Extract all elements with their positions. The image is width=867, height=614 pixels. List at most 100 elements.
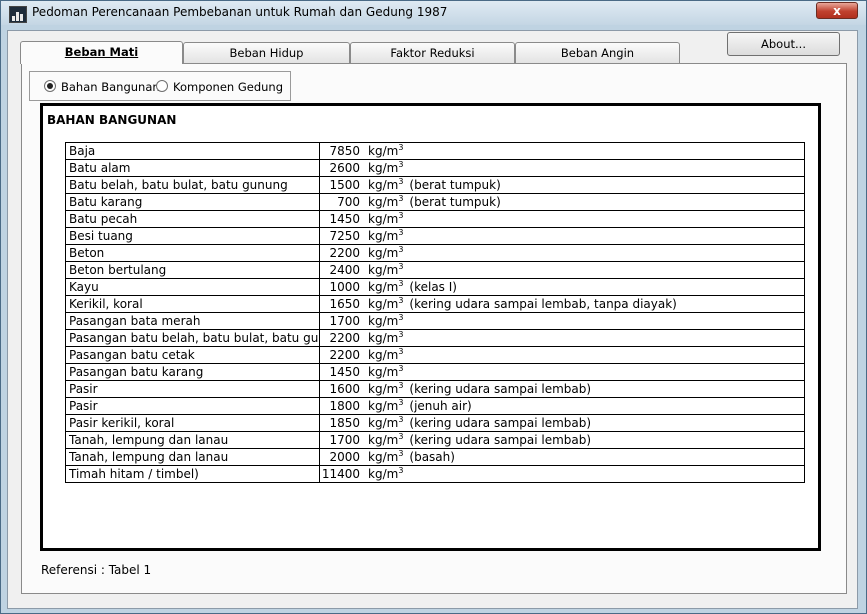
window-title: Pedoman Perencanaan Pembebanan untuk Rum… [32,5,448,19]
material-weight: 1650 [319,295,365,313]
table-row: Kayu 1000 kg/m3 (kelas I) [65,278,805,296]
material-name: Tanah, lempung dan lanau [65,431,320,449]
material-name: Besi tuang [65,227,320,245]
table-row: Tanah, lempung dan lanau 2000 kg/m3 (basah) [65,448,805,466]
material-note: (kelas I) [409,280,457,294]
material-name: Pasangan batu cetak [65,346,320,364]
material-name: Pasangan bata merah [65,312,320,330]
material-weight: 7850 [319,142,365,160]
title-bar[interactable]: Pedoman Perencanaan Pembebanan untuk Rum… [1,1,866,25]
material-note: (kering udara sampai lembab, tanpa diaya… [409,297,677,311]
app-icon [9,6,27,23]
unit-label: kg/m3 [368,347,404,363]
material-unit-note: kg/m3 (basah) [365,448,805,466]
tab-faktor-reduksi[interactable]: Faktor Reduksi [350,42,515,63]
table-row: Batu pecah 1450 kg/m3 [65,210,805,228]
material-name: Baja [65,142,320,160]
about-button[interactable]: About... [727,32,840,56]
material-name: Timah hitam / timbel) [65,465,320,483]
material-unit-note: kg/m3 [365,159,805,177]
material-weight: 2200 [319,329,365,347]
material-name: Pasir kerikil, koral [65,414,320,432]
material-name: Beton bertulang [65,261,320,279]
table-row: Batu alam 2600 kg/m3 [65,159,805,177]
tab-beban-angin[interactable]: Beban Angin [515,42,680,63]
table-row: Batu belah, batu bulat, batu gunung 1500 k… [65,176,805,194]
unit-label: kg/m3 [368,143,404,159]
material-unit-note: kg/m3 (kering udara sampai lembab, tanpa … [365,295,805,313]
table-row: Besi tuang 7250 kg/m3 [65,227,805,245]
table-row: Beton bertulang 2400 kg/m3 [65,261,805,279]
material-unit-note: kg/m3 [365,261,805,279]
material-unit-note: kg/m3 [365,244,805,262]
material-name: Batu alam [65,159,320,177]
material-unit-note: kg/m3 (kering udara sampai lembab) [365,380,805,398]
unit-label: kg/m3 [368,313,404,329]
tab-beban-mati[interactable]: Beban Mati [20,41,183,64]
material-name: Batu pecah [65,210,320,228]
material-note: (jenuh air) [409,399,472,413]
material-unit-note: kg/m3 (kering udara sampai lembab) [365,431,805,449]
material-note: (berat tumpuk) [409,195,501,209]
material-note: (kering udara sampai lembab) [409,433,592,447]
material-weight: 7250 [319,227,365,245]
table-row: Pasangan bata merah 1700 kg/m3 [65,312,805,330]
material-weight: 1700 [319,312,365,330]
unit-label: kg/m3 [368,398,404,414]
material-weight: 1450 [319,363,365,381]
unit-label: kg/m3 [368,415,404,431]
table-row: Pasangan batu belah, batu bulat, batu gu… [65,329,805,347]
material-name: Kayu [65,278,320,296]
material-weight: 1600 [319,380,365,398]
material-unit-note: kg/m3 (jenuh air) [365,397,805,415]
material-unit-note: kg/m3 [365,210,805,228]
app-window: Pedoman Perencanaan Pembebanan untuk Rum… [0,0,867,614]
material-name: Pasir [65,380,320,398]
material-weight: 2600 [319,159,365,177]
material-name: Pasangan batu belah, batu bulat, batu gu… [65,329,320,347]
material-note: (berat tumpuk) [409,178,501,192]
material-unit-note: kg/m3 [365,346,805,364]
material-name: Pasangan batu karang [65,363,320,381]
unit-label: kg/m3 [368,160,404,176]
material-weight: 1000 [319,278,365,296]
tab-beban-hidup[interactable]: Beban Hidup [183,42,350,63]
table-row: Beton 2200 kg/m3 [65,244,805,262]
radio-unselected-icon[interactable] [156,80,168,92]
material-weight: 1450 [319,210,365,228]
material-weight: 1700 [319,431,365,449]
table-row: Batu karang 700 kg/m3 (berat tumpuk) [65,193,805,211]
material-name: Tanah, lempung dan lanau [65,448,320,466]
unit-label: kg/m3 [368,262,404,278]
table-row: Pasir 1800 kg/m3 (jenuh air) [65,397,805,415]
unit-label: kg/m3 [368,364,404,380]
table-row: Pasir kerikil, koral 1850 kg/m3 (kering uda… [65,414,805,432]
table-row: Timah hitam / timbel) 11400 kg/m3 [65,465,805,483]
material-unit-note: kg/m3 (berat tumpuk) [365,176,805,194]
table-row: Tanah, lempung dan lanau 1700 kg/m3 (kering… [65,431,805,449]
table-row: Pasangan batu karang 1450 kg/m3 [65,363,805,381]
radio-komponen-gedung[interactable]: Komponen Gedung [156,80,283,94]
table-row: Pasir 1600 kg/m3 (kering udara sampai lemba… [65,380,805,398]
radio-selected-icon[interactable] [44,80,56,92]
material-weight: 2200 [319,244,365,262]
close-button[interactable]: x [816,2,858,19]
table-row: Pasangan batu cetak 2200 kg/m3 [65,346,805,364]
material-unit-note: kg/m3 (kelas I) [365,278,805,296]
unit-label: kg/m3 [368,381,404,397]
unit-label: kg/m3 [368,466,404,482]
material-weight: 1850 [319,414,365,432]
radio-bahan-bangunan[interactable]: Bahan Bangunan [44,80,160,94]
material-weight: 2000 [319,448,365,466]
material-unit-note: kg/m3 [365,363,805,381]
material-unit-note: kg/m3 [365,227,805,245]
unit-label: kg/m3 [368,211,404,227]
material-name: Beton [65,244,320,262]
material-unit-note: kg/m3 [365,329,805,347]
unit-label: kg/m3 [368,432,404,448]
material-weight: 11400 [319,465,365,483]
materials-table: Baja 7850 kg/m3 Batu alam 2600 kg/m3 Batu bela… [65,142,805,483]
reference-label: Referensi : Tabel 1 [41,563,152,577]
material-note: (basah) [409,450,455,464]
material-name: Kerikil, koral [65,295,320,313]
